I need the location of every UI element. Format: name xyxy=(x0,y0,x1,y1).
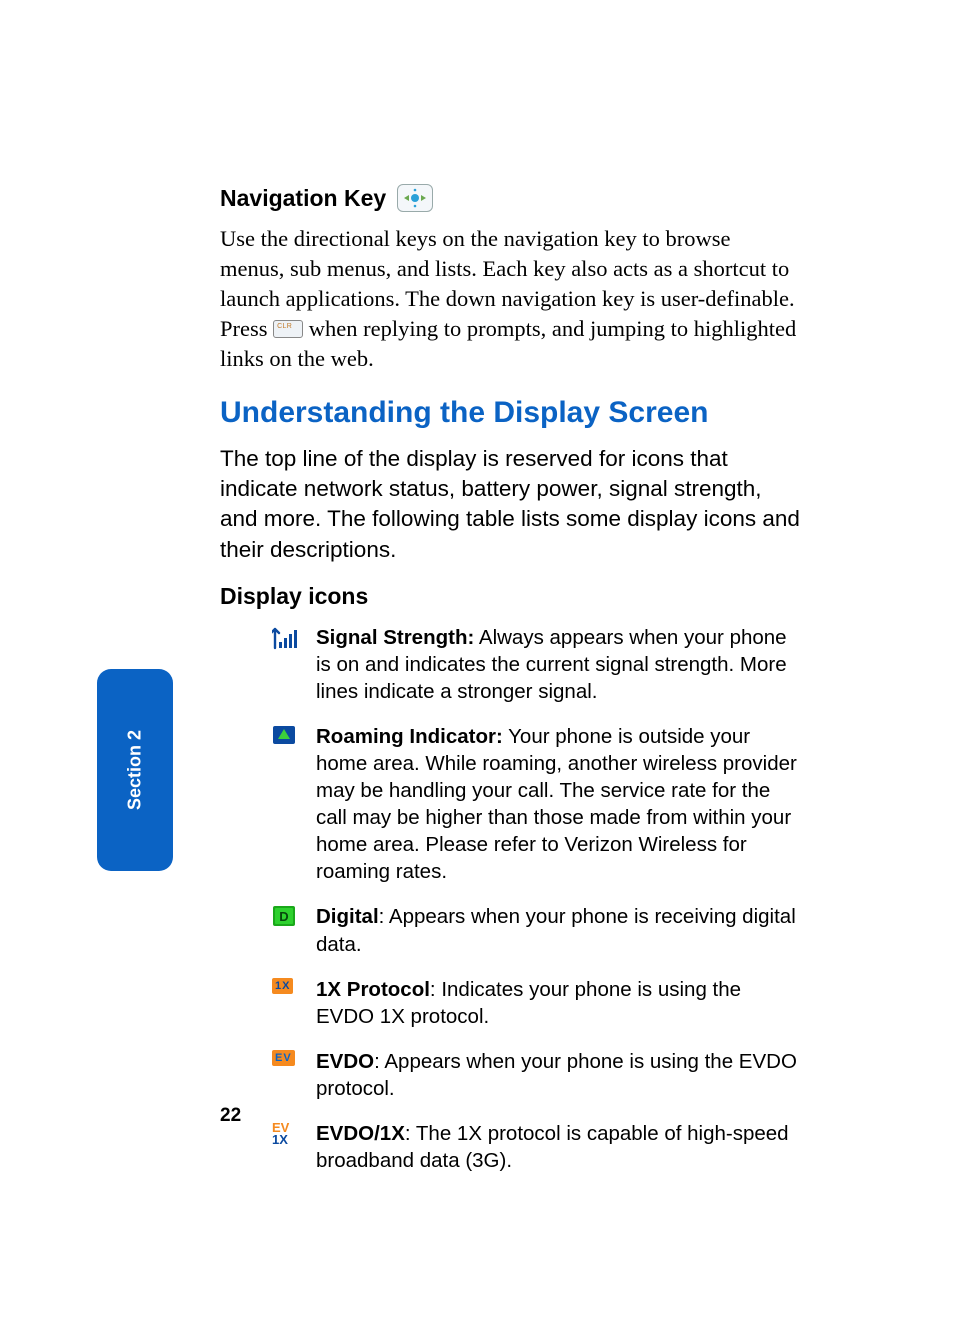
evdo-1x-icon: EV1X xyxy=(272,1120,316,1147)
svg-text:D: D xyxy=(279,909,288,924)
roaming-indicator-icon xyxy=(272,723,316,745)
list-item: Roaming Indicator: Your phone is outside… xyxy=(272,723,800,885)
digital-icon: D xyxy=(272,903,316,927)
list-item: 1X 1X Protocol: Indicates your phone is … xyxy=(272,976,800,1030)
page-number: 22 xyxy=(220,1105,241,1127)
evdo-icon: EV xyxy=(272,1048,316,1066)
manual-page: Section 2 Navigation Key Use the directi… xyxy=(0,0,954,1319)
understanding-display-heading: Understanding the Display Screen xyxy=(220,396,800,430)
list-item: Signal Strength: Always appears when you… xyxy=(272,624,800,705)
signal-strength-icon xyxy=(272,624,316,650)
clr-key-icon xyxy=(273,320,303,338)
icon-term: Signal Strength: xyxy=(316,626,474,649)
list-item: D Digital: Appears when your phone is re… xyxy=(272,903,800,957)
1x-protocol-icon: 1X xyxy=(272,976,316,994)
display-icons-heading: Display icons xyxy=(220,583,800,610)
icon-term: EVDO/1X xyxy=(316,1122,405,1145)
nav-body-after: when replying to prompts, and jumping to… xyxy=(220,316,796,371)
list-item: EV EVDO: Appears when your phone is usin… xyxy=(272,1048,800,1102)
icon-term: Digital xyxy=(316,905,379,928)
icon-desc-text: Appears when your phone is using the EVD… xyxy=(316,1050,797,1100)
navigation-key-icon xyxy=(397,184,433,212)
icon-desc-text: Your phone is outside your home area. Wh… xyxy=(316,725,797,883)
page-content: Navigation Key Use the directional keys … xyxy=(220,185,800,1192)
list-item: EV1X EVDO/1X: The 1X protocol is capable… xyxy=(272,1120,800,1174)
icon-term: EVDO xyxy=(316,1050,374,1073)
icon-term: 1X Protocol xyxy=(316,978,430,1001)
display-icons-list: Signal Strength: Always appears when you… xyxy=(272,624,800,1174)
understanding-display-intro: The top line of the display is reserved … xyxy=(220,444,800,566)
navigation-key-paragraph: Use the directional keys on the navigati… xyxy=(220,224,800,374)
icon-desc-text: Appears when your phone is receiving dig… xyxy=(316,905,796,955)
section-tab-label: Section 2 xyxy=(125,730,146,810)
navigation-key-heading-text: Navigation Key xyxy=(220,185,386,211)
section-tab: Section 2 xyxy=(97,669,173,871)
navigation-key-heading: Navigation Key xyxy=(220,185,800,214)
icon-term: Roaming Indicator: xyxy=(316,725,503,748)
